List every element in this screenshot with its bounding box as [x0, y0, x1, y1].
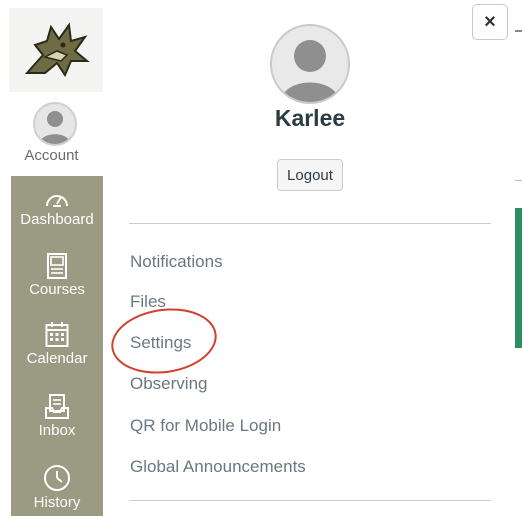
inbox-icon [45, 394, 69, 419]
tray-divider-top [129, 223, 491, 224]
page-edge-banner [515, 208, 522, 348]
tray-link-notifications[interactable]: Notifications [130, 252, 223, 272]
school-logo[interactable] [9, 8, 103, 92]
tray-divider-bottom [129, 500, 491, 501]
close-tray-button[interactable]: × [472, 4, 508, 40]
nav-item-calendar[interactable]: Calendar [11, 322, 103, 367]
history-icon [44, 465, 70, 491]
nav-account[interactable]: Account [0, 96, 103, 176]
logout-button[interactable]: Logout [277, 159, 343, 191]
nav-item-dashboard[interactable]: Dashboard [11, 187, 103, 228]
background-page-edge [515, 0, 522, 516]
page-edge-divider [515, 180, 522, 181]
tray-link-global-announcements[interactable]: Global Announcements [130, 457, 306, 477]
nav-item-label: Inbox [38, 422, 76, 439]
dashboard-icon [46, 195, 68, 207]
nav-item-history[interactable]: History [11, 464, 103, 511]
nav-item-label: Dashboard [20, 211, 94, 228]
nav-item-courses[interactable]: Courses [11, 253, 103, 298]
page-edge-mark [515, 30, 522, 32]
tray-link-observing[interactable]: Observing [130, 374, 207, 394]
user-avatar-icon [270, 24, 350, 104]
courses-icon [47, 253, 67, 279]
global-nav: Account Dashboard Courses Calendar Inbox… [0, 0, 103, 516]
dragon-logo-icon [24, 22, 90, 78]
nav-item-inbox[interactable]: Inbox [11, 394, 103, 439]
tray-link-qr-mobile-login[interactable]: QR for Mobile Login [130, 416, 281, 436]
nav-item-label: Courses [29, 281, 85, 298]
nav-account-label: Account [24, 147, 79, 164]
calendar-icon [45, 322, 69, 347]
nav-item-label: Calendar [26, 350, 88, 367]
nav-item-label: History [33, 494, 81, 511]
account-avatar-icon [33, 102, 77, 146]
user-name: Karlee [274, 105, 346, 131]
